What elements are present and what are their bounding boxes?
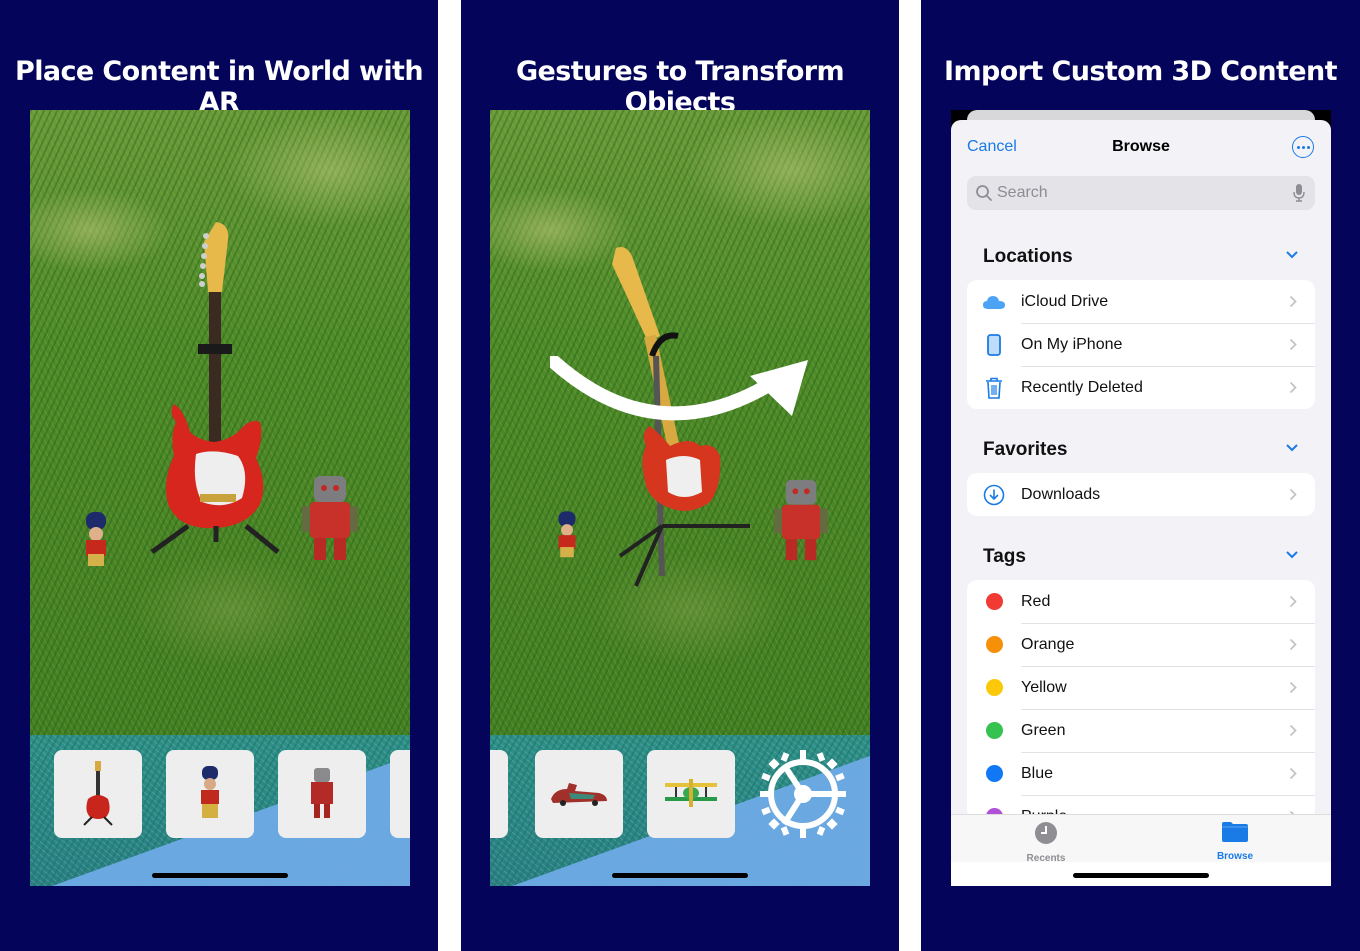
ar-screen[interactable]	[490, 110, 870, 886]
search-placeholder: Search	[997, 184, 1048, 201]
list-item-icloud-drive[interactable]: iCloud Drive	[967, 280, 1315, 323]
tray-item-race-car[interactable]	[535, 750, 623, 838]
list-item-tag-orange[interactable]: Orange	[967, 623, 1315, 666]
model-tray[interactable]	[490, 750, 870, 838]
row-label: iCloud Drive	[1021, 292, 1109, 310]
home-indicator	[152, 873, 288, 878]
list-item-recently-deleted[interactable]: Recently Deleted	[967, 366, 1315, 409]
microphone-icon[interactable]	[1292, 183, 1306, 203]
ar-screen[interactable]	[30, 110, 410, 886]
locations-list: iCloud Drive On My iPhone Recently Delet…	[967, 280, 1315, 409]
tray-item-guitar[interactable]	[54, 750, 142, 838]
document-picker-sheet: Cancel Browse Search Locations iCloud Dr…	[951, 120, 1331, 886]
tray-item-toy-soldier[interactable]	[166, 750, 254, 838]
more-options-icon[interactable]	[1292, 136, 1314, 158]
robot-model[interactable]	[300, 472, 362, 564]
nav-bar: Cancel Browse	[951, 120, 1331, 176]
rotate-gesture-arrow-icon	[550, 356, 808, 421]
list-item-tag-green[interactable]: Green	[967, 709, 1315, 752]
home-indicator	[612, 873, 748, 878]
row-label: Green	[1021, 721, 1066, 739]
chevron-right-icon	[1289, 295, 1297, 308]
search-icon	[976, 185, 992, 201]
panel-title: Gestures to Transform Objects	[515, 56, 845, 118]
panel-title: Place Content in World with AR	[15, 56, 424, 118]
panel-title: Import Custom 3D Content	[944, 56, 1338, 87]
chevron-down-icon[interactable]	[1285, 250, 1299, 260]
files-browser-screen: Cancel Browse Search Locations iCloud Dr…	[951, 110, 1331, 886]
search-field[interactable]: Search	[967, 176, 1315, 210]
chevron-down-icon[interactable]	[1285, 443, 1299, 453]
robot-thumbnail-icon	[311, 768, 333, 818]
tag-color-dot-icon	[982, 719, 1006, 743]
tab-browse[interactable]: Browse	[1195, 821, 1275, 862]
chevron-right-icon	[1289, 338, 1297, 351]
tags-list: RedOrangeYellowGreenBluePurple	[967, 580, 1315, 820]
chevron-right-icon	[1289, 595, 1297, 608]
tag-color-dot-icon	[982, 590, 1006, 614]
section-label: Tags	[983, 546, 1026, 567]
section-tags[interactable]: Tags	[983, 546, 1315, 568]
favorites-list: Downloads	[967, 473, 1315, 516]
folder-icon	[1222, 822, 1248, 842]
row-label: On My iPhone	[1021, 335, 1123, 353]
section-locations[interactable]: Locations	[983, 246, 1315, 268]
iphone-icon	[982, 333, 1006, 357]
home-indicator	[1073, 873, 1209, 878]
chevron-right-icon	[1289, 681, 1297, 694]
chevron-right-icon	[1289, 381, 1297, 394]
chevron-right-icon	[1289, 488, 1297, 501]
list-item-tag-red[interactable]: Red	[967, 580, 1315, 623]
icloud-icon	[982, 290, 1006, 314]
tray-item-partial[interactable]	[390, 750, 410, 838]
chevron-down-icon[interactable]	[1285, 550, 1299, 560]
download-icon	[982, 483, 1006, 507]
tag-color-dot-icon	[982, 762, 1006, 786]
toy-soldier-model[interactable]	[76, 512, 116, 570]
tray-item-partial[interactable]	[490, 750, 508, 838]
tab-recents[interactable]: Recents	[1006, 821, 1086, 864]
clock-icon	[1035, 822, 1057, 844]
guitar-thumbnail-icon	[83, 761, 113, 826]
trash-icon	[982, 376, 1006, 400]
tab-bar: Recents Browse	[951, 814, 1331, 864]
toy-soldier-model[interactable]	[550, 510, 584, 562]
tag-color-dot-icon	[982, 633, 1006, 657]
list-item-on-my-iphone[interactable]: On My iPhone	[967, 323, 1315, 366]
section-label: Favorites	[983, 439, 1068, 460]
panel-import: Import Custom 3D Content Cancel Browse S…	[921, 0, 1360, 951]
tray-item-biplane[interactable]	[647, 750, 735, 838]
row-label: Blue	[1021, 764, 1054, 782]
list-item-tag-yellow[interactable]: Yellow	[967, 666, 1315, 709]
chevron-right-icon	[1289, 638, 1297, 651]
list-item-tag-blue[interactable]: Blue	[967, 752, 1315, 795]
race-car-thumbnail-icon	[551, 783, 607, 806]
chevron-right-icon	[1289, 767, 1297, 780]
toy-soldier-thumbnail-icon	[201, 766, 219, 818]
guitar-model[interactable]	[138, 222, 288, 572]
settings-gear-icon[interactable]	[758, 748, 848, 840]
section-label: Locations	[983, 246, 1073, 267]
robot-model[interactable]	[772, 476, 832, 564]
chevron-right-icon	[1289, 724, 1297, 737]
panel-gestures: Gestures to Transform Objects	[461, 0, 899, 951]
tag-color-dot-icon	[982, 676, 1006, 700]
panel-place-content: Place Content in World with AR	[0, 0, 438, 951]
row-label: Red	[1021, 592, 1051, 610]
tab-label: Browse	[1216, 851, 1254, 862]
nav-title: Browse	[1112, 138, 1170, 155]
home-indicator-area	[951, 862, 1331, 886]
row-label: Orange	[1021, 635, 1075, 653]
tray-item-robot[interactable]	[278, 750, 366, 838]
biplane-thumbnail-icon	[665, 779, 717, 807]
model-tray[interactable]	[30, 750, 410, 838]
section-favorites[interactable]: Favorites	[983, 439, 1315, 461]
row-label: Downloads	[1021, 485, 1101, 503]
list-item-downloads[interactable]: Downloads	[967, 473, 1315, 516]
row-label: Recently Deleted	[1021, 378, 1143, 396]
row-label: Yellow	[1021, 678, 1067, 696]
